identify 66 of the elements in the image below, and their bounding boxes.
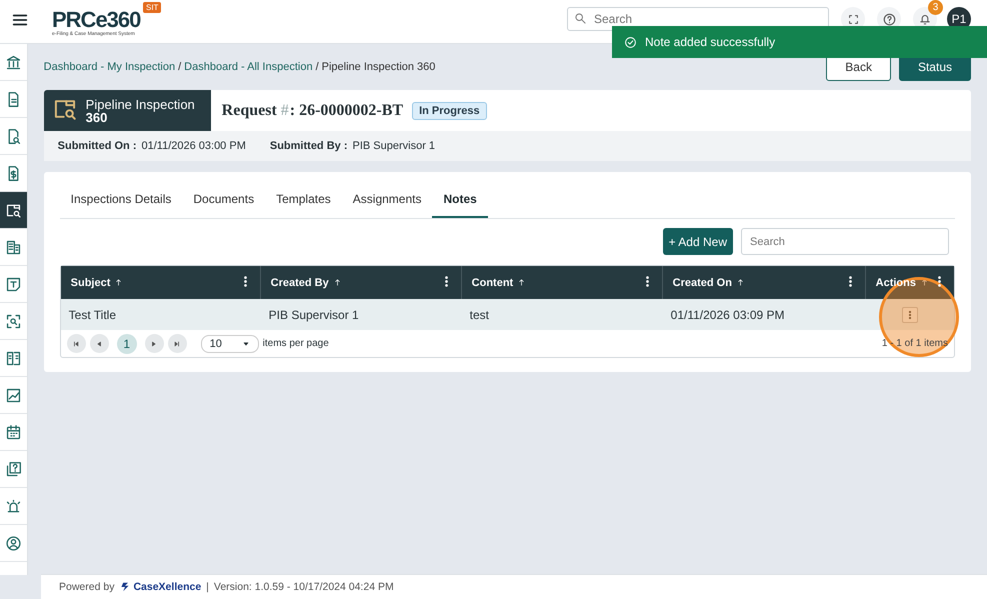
next-icon <box>150 340 158 348</box>
footer-separator: | <box>206 581 209 593</box>
environment-badge: SIT <box>143 2 162 13</box>
last-page-button[interactable] <box>168 334 187 353</box>
page-size-dropdown[interactable]: 10 <box>200 334 259 352</box>
help-icon <box>882 12 896 26</box>
first-page-icon <box>72 340 80 348</box>
breadcrumb-link[interactable]: Dashboard - My Inspection <box>44 61 176 73</box>
submitted-on-value: 01/11/2026 03:00 PM <box>141 140 246 152</box>
caret-icon <box>242 340 250 348</box>
logo: PRCe360 <box>52 9 140 31</box>
first-page-button[interactable] <box>66 334 86 353</box>
request-label: Request <box>222 102 277 120</box>
add-new-button[interactable]: + Add New <box>662 228 733 255</box>
table-cell: 01/11/2026 03:09 PM <box>670 308 785 322</box>
sort-icon <box>736 278 745 287</box>
module-title: Pipeline Inspection <box>86 98 195 110</box>
submitted-by-value: PIB Supervisor 1 <box>352 140 436 152</box>
version-text: Version: 1.0.59 - 10/17/2024 04:24 PM <box>214 581 394 593</box>
powered-by-text: Powered by <box>59 581 114 593</box>
breadcrumb-separator: / <box>316 61 319 73</box>
search-field[interactable]: Search <box>741 228 949 255</box>
previous-icon <box>95 340 104 348</box>
alarm-bell-icon <box>4 498 22 514</box>
notification-count: 3 <box>928 0 943 15</box>
tab[interactable]: Templates <box>265 182 342 218</box>
building-icon <box>4 238 22 256</box>
tab[interactable]: Inspections Details <box>60 182 182 218</box>
table-cell: Test Title <box>68 308 116 322</box>
text-note-icon <box>4 276 22 292</box>
hash-symbol: # <box>280 102 289 120</box>
bell-icon <box>918 12 932 26</box>
sort-icon <box>332 278 342 287</box>
tab[interactable]: Notes <box>432 182 488 218</box>
toast-message: Note added successfully <box>645 35 776 49</box>
page-size-label: items per page <box>262 338 329 349</box>
user-circle-icon <box>4 534 22 552</box>
request-number: : 26-0000002-BT <box>290 102 404 120</box>
sort-icon <box>517 278 526 287</box>
scan-search-icon <box>4 312 22 330</box>
breadcrumb-current: Pipeline Inspection 360 <box>322 61 436 73</box>
book-icon <box>4 350 22 366</box>
row-actions-button[interactable] <box>902 306 918 322</box>
submitted-by-label: Submitted By : <box>270 140 348 152</box>
last-page-icon <box>173 340 182 348</box>
table-cell: test <box>470 308 489 322</box>
table-cell: PIB Supervisor 1 <box>268 308 359 322</box>
status-badge: In Progress <box>412 102 487 120</box>
sidebar-item[interactable] <box>0 192 27 229</box>
help-card-icon <box>4 460 22 478</box>
sort-icon <box>920 278 929 287</box>
page-number[interactable]: 1 <box>116 334 137 354</box>
previous-page-button[interactable] <box>90 334 109 353</box>
bank-icon <box>4 54 22 70</box>
brand-name: CaseXellence <box>133 581 202 593</box>
check-circle-icon <box>624 36 637 48</box>
tab[interactable]: Documents <box>182 182 266 218</box>
breadcrumb-link[interactable]: Dashboard - All Inspection <box>184 61 313 73</box>
submitted-on-label: Submitted On : <box>58 140 136 152</box>
next-page-button[interactable] <box>144 334 164 353</box>
fullscreen-icon <box>846 12 860 26</box>
calendar-icon <box>4 424 22 440</box>
tab[interactable]: Assignments <box>342 182 432 218</box>
breadcrumb-separator: / <box>178 61 182 73</box>
module-subtitle: 360 <box>86 110 108 124</box>
sort-icon <box>114 278 124 287</box>
